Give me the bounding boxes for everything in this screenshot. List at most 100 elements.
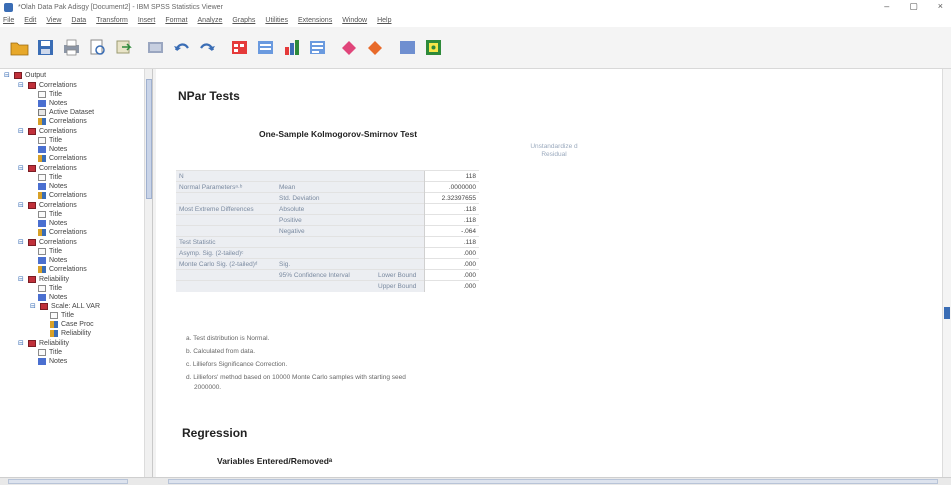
tree-item-notes[interactable]: Notes <box>38 293 67 302</box>
menu-transform[interactable]: Transform <box>96 17 128 24</box>
show-all-icon[interactable] <box>340 38 359 57</box>
collapse-toggle[interactable]: ⊟ <box>18 164 24 172</box>
tree-item-title[interactable]: Title <box>38 284 62 293</box>
chart-icon[interactable] <box>308 38 327 57</box>
tree-item-title[interactable]: Title <box>38 210 62 219</box>
table-row: Test Statistic .118 <box>176 236 479 248</box>
horizontal-scrollbar[interactable] <box>0 477 951 485</box>
table-cell-label <box>375 258 424 270</box>
collapse-toggle[interactable]: ⊟ <box>4 71 10 79</box>
ks-test-table[interactable]: N 118 Normal Parametersᵃ·ᵇ Mean .0000000 Std.… <box>176 170 479 292</box>
menu-data[interactable]: Data <box>71 17 86 24</box>
tree-item-notes[interactable]: Notes <box>38 219 67 228</box>
variables-icon[interactable] <box>282 38 301 57</box>
tree-item-active-dataset[interactable]: Active Dataset <box>38 108 94 117</box>
table-row: Most Extreme Differences Absolute .118 <box>176 203 479 215</box>
tree-item-title[interactable]: Title <box>38 90 62 99</box>
tree-item-title[interactable]: Title <box>50 311 74 320</box>
redo-icon[interactable] <box>198 38 217 57</box>
collapse-toggle[interactable]: ⊟ <box>18 238 24 246</box>
table-cell-label <box>375 170 424 182</box>
print-preview-icon[interactable] <box>88 38 107 57</box>
table-row: Std. Deviation 2.32397655 <box>176 192 479 204</box>
book-icon <box>28 202 36 209</box>
tree-item-correlations-table[interactable]: Correlations <box>38 154 87 163</box>
tree-item-correlations-table[interactable]: Correlations <box>38 117 87 126</box>
vertical-scrollbar[interactable] <box>942 69 951 477</box>
title-icon <box>38 174 46 181</box>
tree-item-case-processing[interactable]: Case Proc <box>50 320 94 329</box>
table-cell-value: .118 <box>423 214 479 226</box>
table-row: Positive .118 <box>176 214 479 226</box>
outline-scrollbar[interactable] <box>144 69 152 477</box>
collapse-toggle[interactable]: ⊟ <box>18 127 24 135</box>
menu-utilities[interactable]: Utilities <box>265 17 288 24</box>
tree-item-label: Correlations <box>49 118 87 125</box>
book-icon <box>28 128 36 135</box>
tree-item-label: Title <box>61 312 74 319</box>
menu-insert[interactable]: Insert <box>138 17 156 24</box>
tree-item-notes[interactable]: Notes <box>38 182 67 191</box>
tree-item-scale[interactable]: Scale: ALL VAR <box>40 302 100 311</box>
tree-item-reliability[interactable]: Reliability <box>28 275 69 284</box>
menu-extensions[interactable]: Extensions <box>298 17 332 24</box>
tree-item-notes[interactable]: Notes <box>38 256 67 265</box>
recall-dialog-icon[interactable] <box>146 38 165 57</box>
collapse-toggle[interactable]: ⊟ <box>18 201 24 209</box>
outline-scroll-thumb[interactable] <box>146 79 152 199</box>
menu-help[interactable]: Help <box>377 17 391 24</box>
tree-item-title[interactable]: Title <box>38 173 62 182</box>
insert-output-icon[interactable] <box>366 38 385 57</box>
table-cell-value: .0000000 <box>423 181 479 193</box>
print-icon[interactable] <box>62 38 81 57</box>
tree-item-correlations-table[interactable]: Correlations <box>38 191 87 200</box>
goto-data-icon[interactable] <box>230 38 249 57</box>
goto-case-icon[interactable] <box>256 38 275 57</box>
designate-window-icon[interactable] <box>424 38 443 57</box>
table-cell-label <box>375 247 424 259</box>
tree-item-correlations[interactable]: Correlations <box>28 238 77 247</box>
tree-item-correlations[interactable]: Correlations <box>28 81 77 90</box>
open-icon[interactable] <box>10 38 29 57</box>
export-icon[interactable] <box>114 38 133 57</box>
table-cell-label: Positive <box>276 214 375 226</box>
menu-view[interactable]: View <box>46 17 61 24</box>
minimize-button[interactable]: – <box>884 1 889 12</box>
menu-window[interactable]: Window <box>342 17 367 24</box>
menu-edit[interactable]: Edit <box>24 17 36 24</box>
tree-item-output[interactable]: Output <box>14 71 46 80</box>
collapse-toggle[interactable]: ⊟ <box>18 275 24 283</box>
collapse-toggle[interactable]: ⊟ <box>18 81 24 89</box>
tree-item-notes[interactable]: Notes <box>38 145 67 154</box>
menu-file[interactable]: File <box>3 17 14 24</box>
tree-item-correlations[interactable]: Correlations <box>28 127 77 136</box>
collapse-toggle[interactable]: ⊟ <box>30 302 36 310</box>
content-hscroll-thumb[interactable] <box>168 479 938 484</box>
restore-button[interactable]: ▢ <box>909 1 918 12</box>
tree-item-correlations[interactable]: Correlations <box>28 201 77 210</box>
tree-item-title[interactable]: Title <box>38 136 62 145</box>
tree-item-reliability-stats[interactable]: Reliability <box>50 329 91 338</box>
notes-icon <box>38 146 46 153</box>
tree-item-notes[interactable]: Notes <box>38 99 67 108</box>
tree-item-notes[interactable]: Notes <box>38 357 67 366</box>
collapse-toggle[interactable]: ⊟ <box>18 339 24 347</box>
tree-item-correlations-table[interactable]: Correlations <box>38 265 87 274</box>
menu-analyze[interactable]: Analyze <box>198 17 223 24</box>
undo-icon[interactable] <box>172 38 191 57</box>
menu-graphs[interactable]: Graphs <box>232 17 255 24</box>
tree-item-title[interactable]: Title <box>38 348 62 357</box>
close-button[interactable]: × <box>938 1 943 12</box>
table-cell-label: Most Extreme Differences <box>176 203 276 215</box>
tree-item-title[interactable]: Title <box>38 247 62 256</box>
outline-hscroll-thumb[interactable] <box>8 479 128 484</box>
tree-item-label: Title <box>49 211 62 218</box>
menu-format[interactable]: Format <box>165 17 187 24</box>
scroll-thumb[interactable] <box>944 307 950 319</box>
table-cell-value: .000 <box>423 258 479 270</box>
tree-item-correlations-table[interactable]: Correlations <box>38 228 87 237</box>
select-icon[interactable] <box>398 38 417 57</box>
tree-item-correlations[interactable]: Correlations <box>28 164 77 173</box>
save-icon[interactable] <box>36 38 55 57</box>
tree-item-reliability[interactable]: Reliability <box>28 339 69 348</box>
